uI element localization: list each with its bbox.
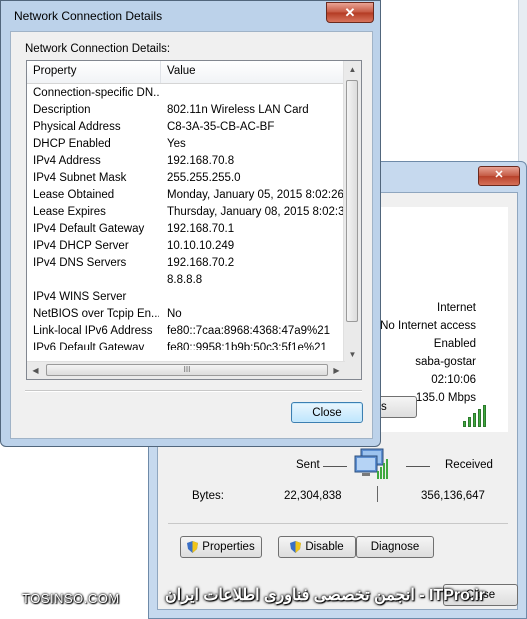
shield-icon <box>187 541 199 553</box>
value-cell: 255.255.255.0 <box>167 172 241 184</box>
watermark-left: TOSINSO.COM <box>22 591 120 606</box>
value-cell: Monday, January 05, 2015 8:02:26 AM <box>167 189 345 201</box>
sent-label: Sent <box>296 459 320 471</box>
button-divider <box>25 390 362 392</box>
property-cell: Lease Obtained <box>33 189 115 201</box>
wifi-status-close-icon[interactable]: ✕ <box>478 166 520 186</box>
table-row[interactable]: NetBIOS over Tcpip En... No <box>27 307 345 324</box>
property-cell: IPv6 Default Gateway <box>33 342 145 350</box>
property-cell: IPv4 Subnet Mask <box>33 172 127 184</box>
close-icon[interactable]: ✕ <box>326 2 374 23</box>
disable-button[interactable]: Disable <box>278 536 356 558</box>
table-row[interactable]: IPv4 Address 192.168.70.8 <box>27 154 345 171</box>
ssid-value: saba-gostar <box>415 356 476 368</box>
property-cell: Connection-specific DN... <box>33 87 159 99</box>
scroll-right-icon[interactable]: ▶ <box>328 362 345 379</box>
table-row[interactable]: IPv4 DNS Servers 192.168.70.2 <box>27 256 345 273</box>
media-state-value: Enabled <box>433 338 476 350</box>
disable-button-label: Disable <box>305 541 344 553</box>
property-cell: NetBIOS over Tcpip En... <box>33 308 159 320</box>
column-separator[interactable] <box>160 61 161 83</box>
scroll-up-icon[interactable]: ▲ <box>344 61 361 78</box>
table-row[interactable]: Lease Expires Thursday, January 08, 2015 … <box>27 205 345 222</box>
value-cell: 10.10.10.249 <box>167 240 235 252</box>
details-window: Network Connection Details ✕ Network Con… <box>0 0 381 447</box>
table-row[interactable]: Link-local IPv6 Address fe80::7caa:8968:4… <box>27 324 345 341</box>
value-cell: C8-3A-35-CB-AC-BF <box>167 121 275 133</box>
activity-separator <box>168 523 508 524</box>
properties-button-label: Properties <box>202 541 255 553</box>
table-row[interactable]: IPv4 WINS Server <box>27 290 345 307</box>
listview-header: Property Value <box>27 61 345 84</box>
close-button[interactable]: Close <box>291 402 363 423</box>
value-cell: 8.8.8.8 <box>167 274 203 286</box>
table-row[interactable]: IPv6 Default Gateway fe80::9958:1b9b:50c3… <box>27 341 345 350</box>
details-listview[interactable]: Property Value Connection-specific DN...… <box>26 60 362 380</box>
column-header-value[interactable]: Value <box>167 65 196 77</box>
desktop-window-edge <box>518 0 527 165</box>
activity-divider <box>377 486 378 502</box>
received-label: Received <box>445 459 493 471</box>
bytes-received-value: 356,136,647 <box>421 490 485 502</box>
speed-value: 135.0 Mbps <box>415 392 476 404</box>
table-row[interactable]: Physical Address C8-3A-35-CB-AC-BF <box>27 120 345 137</box>
details-window-title: Network Connection Details <box>14 9 163 23</box>
property-cell: IPv4 Default Gateway <box>33 223 145 235</box>
bytes-label: Bytes: <box>192 490 224 502</box>
table-row[interactable]: DHCP Enabled Yes <box>27 137 345 154</box>
property-cell: IPv4 Address <box>33 155 101 167</box>
horizontal-scroll-thumb[interactable]: III <box>46 364 328 376</box>
property-cell: IPv4 WINS Server <box>33 291 127 303</box>
desktop-background <box>380 0 527 165</box>
received-line <box>406 466 430 467</box>
table-row[interactable]: IPv4 Default Gateway 192.168.70.1 <box>27 222 345 239</box>
property-cell: Description <box>33 104 91 116</box>
sent-line <box>323 466 347 467</box>
value-cell: Yes <box>167 138 186 150</box>
vertical-scroll-thumb[interactable] <box>346 80 358 322</box>
property-cell: DHCP Enabled <box>33 138 111 150</box>
scroll-left-icon[interactable]: ◀ <box>27 362 44 379</box>
vertical-scrollbar[interactable]: ▲ ▼ <box>343 61 361 363</box>
network-computers-icon <box>353 447 391 483</box>
listview-body: Connection-specific DN... Description 802.… <box>27 86 345 350</box>
table-row[interactable]: IPv4 Subnet Mask 255.255.255.0 <box>27 171 345 188</box>
value-cell: 192.168.70.8 <box>167 155 235 167</box>
value-cell: fe80::9958:1b9b:50c3:5f1e%21 <box>167 342 327 350</box>
column-header-property[interactable]: Property <box>33 65 76 77</box>
horizontal-scrollbar[interactable]: ◀ III ▶ <box>27 361 345 379</box>
properties-button[interactable]: Properties <box>180 536 262 558</box>
property-cell: Physical Address <box>33 121 121 133</box>
value-cell: No <box>167 308 182 320</box>
ipv4-connectivity-value: Internet <box>437 302 476 314</box>
table-row[interactable]: 8.8.8.8 <box>27 273 345 290</box>
table-row[interactable]: Lease Obtained Monday, January 05, 2015 8… <box>27 188 345 205</box>
property-cell: IPv4 DHCP Server <box>33 240 129 252</box>
property-cell: Link-local IPv6 Address <box>33 325 153 337</box>
signal-bars-icon <box>463 405 486 427</box>
scroll-corner <box>344 362 361 379</box>
watermark-right: ITPro.ir - انجمن تخصصی فناوری اطلاعات ای… <box>165 587 485 604</box>
table-row[interactable]: Description 802.11n Wireless LAN Card <box>27 103 345 120</box>
table-row[interactable]: IPv4 DHCP Server 10.10.10.249 <box>27 239 345 256</box>
details-button[interactable]: s <box>377 396 417 418</box>
bytes-sent-value: 22,304,838 <box>284 490 342 502</box>
property-cell: Lease Expires <box>33 206 106 218</box>
ipv6-connectivity-value: No Internet access <box>380 320 476 332</box>
diagnose-button[interactable]: Diagnose <box>356 536 434 558</box>
details-button-label: s <box>381 401 387 413</box>
details-group-label: Network Connection Details: <box>25 43 171 55</box>
property-cell: IPv4 DNS Servers <box>33 257 127 269</box>
duration-value: 02:10:06 <box>431 374 476 386</box>
value-cell: 802.11n Wireless LAN Card <box>167 104 309 116</box>
table-row[interactable]: Connection-specific DN... <box>27 86 345 103</box>
value-cell: 192.168.70.2 <box>167 257 235 269</box>
scroll-down-icon[interactable]: ▼ <box>344 346 361 363</box>
details-client: Network Connection Details: Property Val… <box>10 31 373 439</box>
value-cell: fe80::7caa:8968:4368:47a9%21 <box>167 325 331 337</box>
value-cell: Thursday, January 08, 2015 8:02:34 AM <box>167 206 345 218</box>
diagnose-button-label: Diagnose <box>370 541 420 553</box>
shield-icon <box>290 541 302 553</box>
value-cell: 192.168.70.1 <box>167 223 235 235</box>
